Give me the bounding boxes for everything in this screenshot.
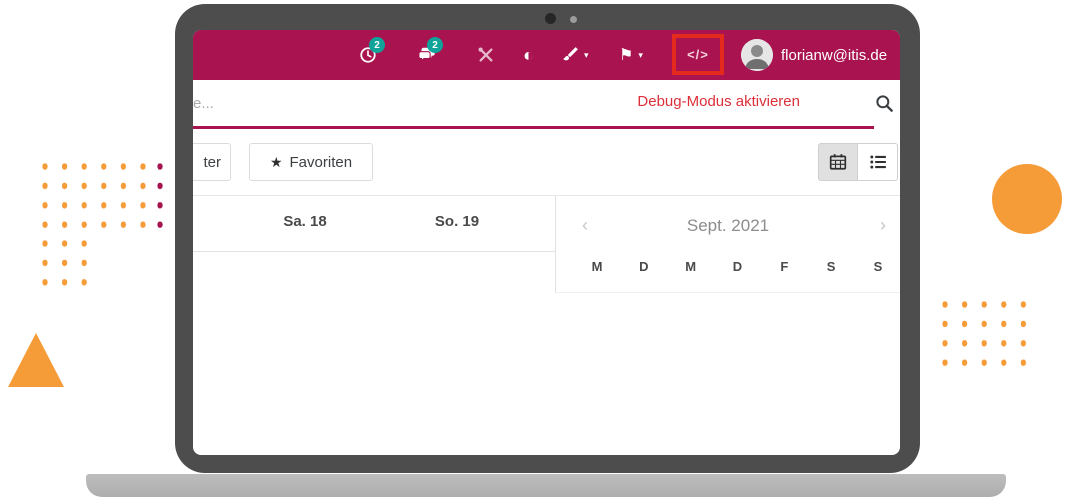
calendar-view-button[interactable] — [818, 143, 858, 181]
star-icon: ★ — [270, 154, 283, 171]
mini-calendar-next-button[interactable]: › — [880, 215, 886, 236]
day-column-header: So. 19 — [435, 213, 479, 230]
decor-circle — [992, 164, 1062, 234]
weekday-label: S — [865, 259, 891, 274]
search-bar[interactable]: e... Debug-Modus aktivieren — [193, 80, 900, 128]
activities-badge: 2 — [369, 37, 385, 53]
tools-icon — [477, 46, 495, 64]
day-column-header: Sa. 18 — [283, 213, 326, 230]
laptop-frame: 2 2 — [175, 4, 920, 473]
webcam-led-dot — [570, 16, 577, 23]
list-icon — [869, 153, 887, 171]
decor-dots-grid — [41, 239, 101, 298]
chevron-down-icon: ▾ — [584, 50, 589, 61]
mini-calendar-title[interactable]: Sept. 2021 — [556, 216, 900, 236]
laptop-base — [86, 474, 1006, 497]
mini-calendar: ‹ Sept. 2021 › M D M D F S S — [555, 195, 900, 293]
favorites-button-label: Favoriten — [290, 154, 353, 171]
decor-dots-grid — [41, 162, 159, 240]
mini-calendar-weekday-row: M D M D F S S — [584, 259, 891, 274]
weekday-label: D — [631, 259, 657, 274]
page-canvas: 2 2 — [0, 0, 1070, 497]
code-icon: </> — [687, 47, 709, 62]
user-avatar[interactable] — [741, 39, 773, 71]
decor-dots-grid-crimson — [156, 162, 168, 240]
weekday-label: M — [678, 259, 704, 274]
weekday-label: S — [818, 259, 844, 274]
filter-button-label: ter — [203, 154, 221, 171]
calendar-icon — [829, 153, 847, 171]
webcam-dot — [545, 13, 556, 24]
weekday-label: F — [771, 259, 797, 274]
favorites-button[interactable]: ★ Favoriten — [249, 143, 373, 181]
contrast-menu[interactable]: ◐ — [523, 30, 534, 80]
calendar-day-header-row: Sa. 18 So. 19 — [193, 195, 555, 252]
language-flag-menu[interactable]: ⚑ ▾ — [619, 30, 643, 80]
messages-menu[interactable]: 2 — [417, 30, 437, 80]
activities-menu[interactable]: 2 — [359, 30, 377, 80]
contrast-icon: ◐ — [523, 45, 534, 66]
weekday-label: M — [584, 259, 610, 274]
avatar-photo — [741, 39, 773, 71]
chevron-down-icon: ▾ — [638, 50, 643, 61]
weekday-label: D — [724, 259, 750, 274]
theme-brush-menu[interactable]: ▾ — [561, 30, 589, 80]
search-placeholder: e... — [193, 95, 214, 112]
filter-button[interactable]: ter — [193, 143, 231, 181]
decor-triangle — [8, 333, 64, 387]
view-switcher — [818, 143, 898, 181]
flag-icon: ⚑ — [619, 45, 633, 65]
search-icon[interactable] — [875, 94, 894, 118]
decor-dots-grid — [941, 300, 1040, 378]
laptop-screen: 2 2 — [193, 30, 900, 455]
app-topbar: 2 2 — [193, 30, 900, 80]
list-view-button[interactable] — [858, 143, 898, 181]
user-email[interactable]: florianw@itis.de — [781, 30, 887, 80]
tools-menu[interactable] — [477, 30, 495, 80]
paintbrush-icon — [561, 46, 579, 64]
debug-highlight-box[interactable]: </> — [672, 34, 724, 75]
messages-badge: 2 — [427, 37, 443, 53]
debug-mode-link[interactable]: Debug-Modus aktivieren — [637, 93, 800, 110]
search-underline — [193, 126, 874, 129]
